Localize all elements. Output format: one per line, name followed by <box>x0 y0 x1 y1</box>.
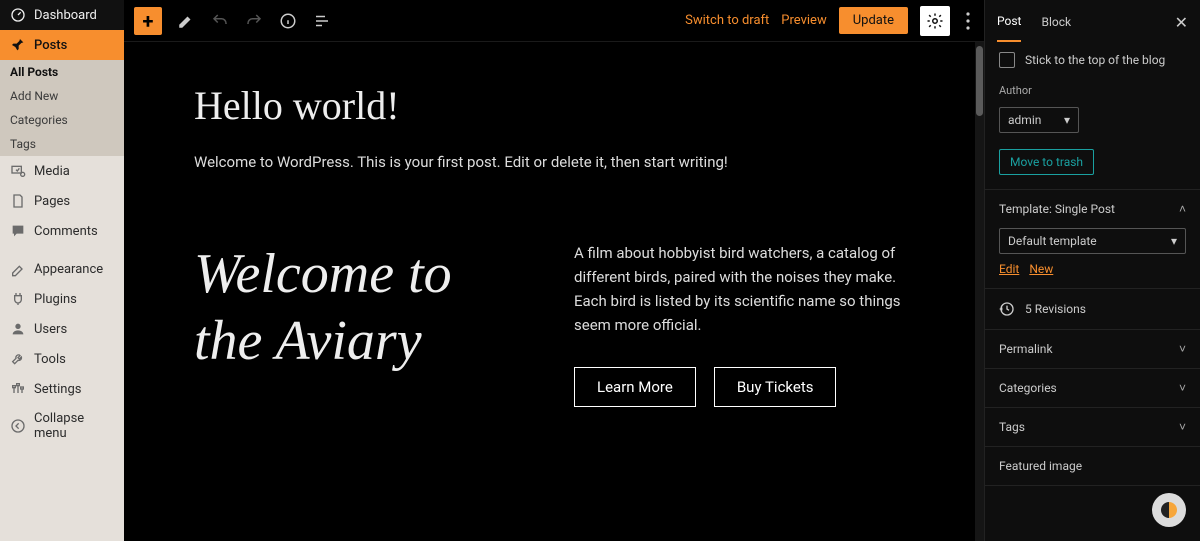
permalink-label: Permalink <box>999 342 1053 356</box>
sidebar-item-users[interactable]: Users <box>0 314 124 344</box>
chevron-down-icon: ˅ <box>1179 381 1186 395</box>
sidebar-sub-add-new[interactable]: Add New <box>0 84 124 108</box>
pin-icon <box>10 37 26 53</box>
post-title[interactable]: Hello world! <box>194 82 914 129</box>
hero-block[interactable]: Welcome to the Aviary A film about hobby… <box>194 241 914 407</box>
editor: + Switch to draft Preview Update Hello w… <box>124 0 984 541</box>
scrollbar-thumb[interactable] <box>976 46 983 116</box>
sidebar-item-plugins[interactable]: Plugins <box>0 284 124 314</box>
chevron-up-icon: ˄ <box>1179 202 1186 216</box>
tab-post[interactable]: Post <box>997 2 1021 42</box>
sidebar-label: Appearance <box>34 262 103 277</box>
sidebar-item-pages[interactable]: Pages <box>0 186 124 216</box>
template-value: Default template <box>1008 234 1097 248</box>
preview-link[interactable]: Preview <box>781 13 826 28</box>
featured-image-section[interactable]: Featured image <box>985 446 1200 486</box>
sidebar-item-dashboard[interactable]: Dashboard <box>0 0 124 30</box>
buy-tickets-button[interactable]: Buy Tickets <box>714 367 837 407</box>
sidebar-item-tools[interactable]: Tools <box>0 344 124 374</box>
update-button[interactable]: Update <box>839 7 908 34</box>
hero-title[interactable]: Welcome to the Aviary <box>194 241 534 375</box>
template-select[interactable]: Default template ▾ <box>999 228 1186 254</box>
tools-icon <box>10 351 26 367</box>
sidebar-label: Pages <box>34 194 70 209</box>
admin-sidebar: Dashboard Posts All Posts Add New Catego… <box>0 0 124 541</box>
sidebar-label: Plugins <box>34 292 77 307</box>
pages-icon <box>10 193 26 209</box>
settings-icon <box>10 381 26 397</box>
redo-icon[interactable] <box>244 11 264 31</box>
sidebar-item-settings[interactable]: Settings <box>0 374 124 404</box>
permalink-section[interactable]: Permalink ˅ <box>985 329 1200 368</box>
move-to-trash-button[interactable]: Move to trash <box>999 149 1094 175</box>
post-paragraph[interactable]: Welcome to WordPress. This is your first… <box>194 153 914 171</box>
settings-panel: Post Block ✕ Stick to the top of the blo… <box>984 0 1200 541</box>
template-new-link[interactable]: New <box>1029 262 1053 276</box>
template-section-header[interactable]: Template: Single Post ˄ <box>985 189 1200 228</box>
chevron-down-icon: ▾ <box>1064 113 1070 127</box>
contrast-icon <box>1161 502 1177 518</box>
panel-close-button[interactable]: ✕ <box>1175 13 1188 32</box>
author-value: admin <box>1008 113 1041 127</box>
sidebar-label: Media <box>34 164 70 179</box>
dashboard-icon <box>10 7 26 23</box>
revisions-label: 5 Revisions <box>1025 302 1086 316</box>
media-icon <box>10 163 26 179</box>
add-block-button[interactable]: + <box>134 7 162 35</box>
categories-label: Categories <box>999 381 1057 395</box>
collapse-icon <box>10 418 26 434</box>
sidebar-item-comments[interactable]: Comments <box>0 216 124 246</box>
tags-section[interactable]: Tags ˅ <box>985 407 1200 446</box>
chevron-down-icon: ▾ <box>1171 234 1177 248</box>
sidebar-item-appearance[interactable]: Appearance <box>0 254 124 284</box>
author-select[interactable]: admin ▾ <box>999 107 1079 133</box>
plugins-icon <box>10 291 26 307</box>
template-title: Template: Single Post <box>999 202 1115 216</box>
more-options-button[interactable] <box>962 12 974 30</box>
stick-to-top-label: Stick to the top of the blog <box>1025 53 1165 67</box>
tags-label: Tags <box>999 420 1025 434</box>
editor-toolbar: + Switch to draft Preview Update <box>124 0 984 42</box>
categories-section[interactable]: Categories ˅ <box>985 368 1200 407</box>
author-label: Author <box>999 84 1186 97</box>
comments-icon <box>10 223 26 239</box>
sidebar-label: Collapse menu <box>34 411 114 441</box>
learn-more-button[interactable]: Learn More <box>574 367 696 407</box>
sidebar-label: Users <box>34 322 67 337</box>
outline-icon[interactable] <box>312 11 332 31</box>
appearance-icon <box>10 261 26 277</box>
sidebar-label: Dashboard <box>34 8 97 23</box>
settings-gear-button[interactable] <box>920 6 950 36</box>
sidebar-item-media[interactable]: Media <box>0 156 124 186</box>
sidebar-label: Comments <box>34 224 98 239</box>
switch-to-draft-link[interactable]: Switch to draft <box>685 13 769 28</box>
info-icon[interactable] <box>278 11 298 31</box>
stick-to-top-checkbox[interactable] <box>999 52 1015 68</box>
editor-canvas[interactable]: Hello world! Welcome to WordPress. This … <box>124 42 984 541</box>
sidebar-label: Settings <box>34 382 81 397</box>
chevron-down-icon: ˅ <box>1179 342 1186 356</box>
theme-toggle-button[interactable] <box>1152 493 1186 527</box>
edit-mode-icon[interactable] <box>176 11 196 31</box>
revisions-icon <box>999 301 1015 317</box>
sidebar-label: Posts <box>34 38 67 53</box>
chevron-down-icon: ˅ <box>1179 420 1186 434</box>
panel-tabs: Post Block ✕ <box>985 0 1200 44</box>
template-edit-link[interactable]: Edit <box>999 262 1019 276</box>
sidebar-sub-categories[interactable]: Categories <box>0 108 124 132</box>
featured-image-label: Featured image <box>999 459 1082 473</box>
sidebar-sub-all-posts[interactable]: All Posts <box>0 60 124 84</box>
undo-icon[interactable] <box>210 11 230 31</box>
canvas-scrollbar[interactable] <box>975 42 984 541</box>
sidebar-label: Tools <box>34 352 66 367</box>
tab-block[interactable]: Block <box>1041 3 1071 41</box>
sidebar-item-collapse[interactable]: Collapse menu <box>0 404 124 448</box>
hero-description[interactable]: A film about hobbyist bird watchers, a c… <box>574 241 914 337</box>
sidebar-item-posts[interactable]: Posts <box>0 30 124 60</box>
sidebar-sub-tags[interactable]: Tags <box>0 132 124 156</box>
revisions-row[interactable]: 5 Revisions <box>985 288 1200 329</box>
users-icon <box>10 321 26 337</box>
